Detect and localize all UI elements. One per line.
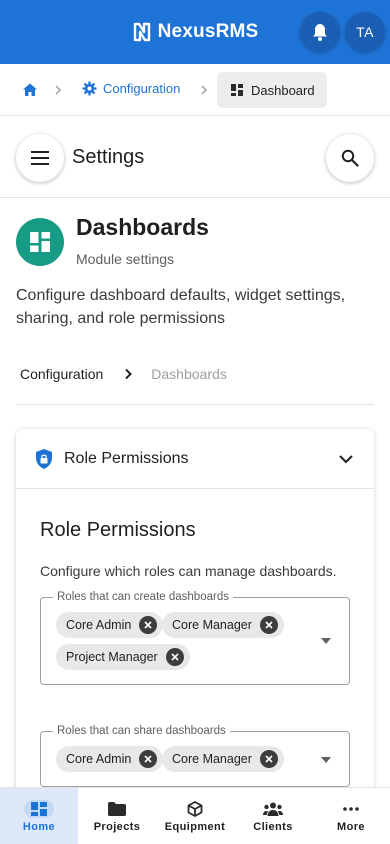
dashboard-icon [30,232,50,252]
accordion-header[interactable]: Role Permissions [16,429,374,489]
chip-label: Core Manager [172,752,252,766]
role-chip: Core Admin [56,746,164,772]
create-roles-label: Roles that can create dashboards [53,591,233,603]
search-icon [341,149,359,167]
user-avatar[interactable]: TA [345,12,385,52]
chip-label: Core Admin [66,618,132,632]
home-icon[interactable] [22,82,38,98]
divider [16,404,374,405]
gear-icon [82,81,97,96]
cube-icon [187,800,203,817]
role-permissions-card: Role Permissions Role Permissions Config… [16,429,374,829]
chevron-right-icon [201,85,208,95]
section-title: Role Permissions [40,519,196,541]
chevron-down-icon[interactable] [336,451,356,467]
nav-label: More [337,820,365,833]
remove-chip-icon[interactable] [139,616,158,634]
menu-button[interactable] [16,134,64,182]
chip-label: Core Manager [172,618,252,632]
folder-icon [108,801,126,816]
chip-label: Project Manager [66,650,158,664]
share-roles-label: Roles that can share dashboards [53,725,230,737]
module-description: Configure dashboard defaults, widget set… [16,287,346,327]
people-icon [263,802,283,816]
nav-label: Equipment [164,820,226,833]
grid-icon [31,801,47,816]
section-description: Configure which roles can manage dashboa… [40,563,337,579]
module-breadcrumb: Configuration Dashboards [20,366,227,382]
app-name: NexusRMS [157,21,259,42]
create-roles-select[interactable]: Roles that can create dashboards Core Ad… [40,591,350,685]
notifications-button[interactable] [300,12,340,52]
breadcrumb-current: Dashboard [217,72,327,108]
bottom-navigation: Home Projects Equipment Clients More [0,787,390,844]
share-roles-select[interactable]: Roles that can share dashboards Core Adm… [40,725,350,787]
nav-more[interactable]: More [312,788,390,844]
module-subtitle: Module settings [76,251,175,267]
more-icon [343,806,359,811]
remove-chip-icon[interactable] [139,750,158,768]
hamburger-icon [31,151,49,165]
chip-label: Core Admin [66,752,132,766]
role-chip: Project Manager [56,644,190,670]
chevron-right-icon [55,85,62,95]
nav-label: Projects [93,820,141,833]
page-title: Settings [72,146,145,168]
role-chip: Core Manager [162,746,284,772]
nav-projects[interactable]: Projects [78,788,156,844]
settings-header: Settings [0,116,390,198]
shield-lock-icon [36,449,52,469]
remove-chip-icon[interactable] [165,648,184,666]
breadcrumb-config-label: Configuration [103,81,181,96]
dashboard-icon [231,84,243,96]
chevron-right-icon [125,368,133,380]
bell-icon [313,24,327,41]
nexus-logo-icon [133,22,150,42]
search-button[interactable] [326,134,374,182]
nav-clients[interactable]: Clients [234,788,312,844]
module-avatar [16,218,64,266]
module-breadcrumb-current: Dashboards [151,366,227,382]
app-bar: NexusRMS TA [0,0,390,64]
nav-home[interactable]: Home [0,788,78,844]
module-breadcrumb-parent[interactable]: Configuration [20,366,103,382]
nav-label: Clients [253,820,293,833]
breadcrumb-current-label: Dashboard [251,82,315,98]
accordion-title: Role Permissions [64,450,189,467]
role-chip: Core Admin [56,612,164,638]
module-title: Dashboards [76,214,209,240]
remove-chip-icon[interactable] [259,750,278,768]
nav-label: Home [22,820,56,833]
dropdown-arrow-icon[interactable] [321,757,331,763]
nav-equipment[interactable]: Equipment [156,788,234,844]
breadcrumb-configuration[interactable]: Configuration [82,81,180,96]
breadcrumb: Configuration Dashboard [0,64,390,116]
dropdown-arrow-icon[interactable] [321,638,331,644]
role-chip: Core Manager [162,612,284,638]
remove-chip-icon[interactable] [259,616,278,634]
